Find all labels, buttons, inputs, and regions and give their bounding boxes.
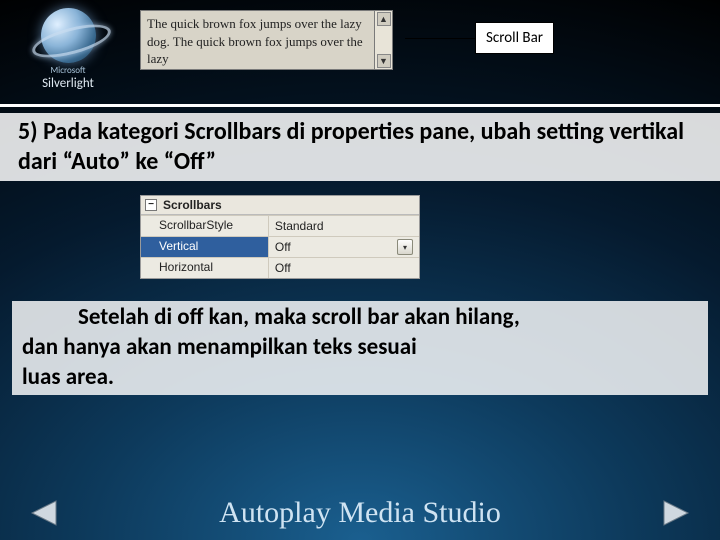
silverlight-orb-icon xyxy=(41,8,96,63)
scroll-up-icon[interactable]: ▲ xyxy=(377,12,391,26)
logo-brand: Silverlight xyxy=(42,76,94,91)
property-key: Horizontal xyxy=(141,258,269,278)
arrow-left-icon xyxy=(26,498,60,528)
scroll-down-icon[interactable]: ▼ xyxy=(377,54,391,68)
property-row-vertical[interactable]: Vertical Off ▾ xyxy=(141,236,419,257)
result-line-1: Setelah di off kan, maka scroll bar akan… xyxy=(78,303,520,331)
sample-textbox: The quick brown fox jumps over the lazy … xyxy=(140,10,375,70)
property-value-text: Off xyxy=(275,240,291,254)
silverlight-logo: Microsoft Silverlight xyxy=(8,4,128,94)
footer-title: Autoplay Media Studio xyxy=(60,496,660,530)
properties-category-header[interactable]: − Scrollbars xyxy=(141,196,419,215)
sample-textbox-with-scrollbar: The quick brown fox jumps over the lazy … xyxy=(140,4,393,70)
result-line-3: luas area. xyxy=(22,363,114,391)
callout-leader-line xyxy=(405,38,475,39)
next-slide-button[interactable] xyxy=(660,498,694,528)
dropdown-button[interactable]: ▾ xyxy=(397,239,413,255)
chevron-down-icon: ▾ xyxy=(403,243,407,252)
property-value[interactable]: Off xyxy=(269,258,419,278)
collapse-icon[interactable]: − xyxy=(145,199,157,211)
scrollbar-callout: Scroll Bar xyxy=(405,22,554,54)
section-divider xyxy=(0,104,720,107)
property-value[interactable]: Off ▾ xyxy=(269,237,419,257)
result-paragraph: Setelah di off kan, maka scroll bar akan… xyxy=(12,301,708,395)
sample-vertical-scrollbar[interactable]: ▲ ▼ xyxy=(375,10,393,70)
slide-footer: Autoplay Media Studio xyxy=(0,496,720,530)
prev-slide-button[interactable] xyxy=(26,498,60,528)
result-line-2: dan hanya akan menampilkan teks sesuai xyxy=(22,333,417,361)
properties-pane-scrollbars: − Scrollbars ScrollbarStyle Standard Ver… xyxy=(140,195,420,279)
property-row-scrollbarstyle[interactable]: ScrollbarStyle Standard xyxy=(141,215,419,236)
property-key: Vertical xyxy=(141,237,269,257)
property-key: ScrollbarStyle xyxy=(141,216,269,236)
property-value-text: Standard xyxy=(275,219,324,233)
callout-label: Scroll Bar xyxy=(475,22,554,54)
instruction-step-5: 5) Pada kategori Scrollbars di propertie… xyxy=(0,113,720,181)
arrow-right-icon xyxy=(660,498,694,528)
property-row-horizontal[interactable]: Horizontal Off xyxy=(141,257,419,278)
property-value-text: Off xyxy=(275,261,291,275)
properties-category-title: Scrollbars xyxy=(163,198,222,212)
top-row: Microsoft Silverlight The quick brown fo… xyxy=(0,0,720,94)
property-value[interactable]: Standard xyxy=(269,216,419,236)
logo-brand-small: Microsoft xyxy=(50,65,85,76)
